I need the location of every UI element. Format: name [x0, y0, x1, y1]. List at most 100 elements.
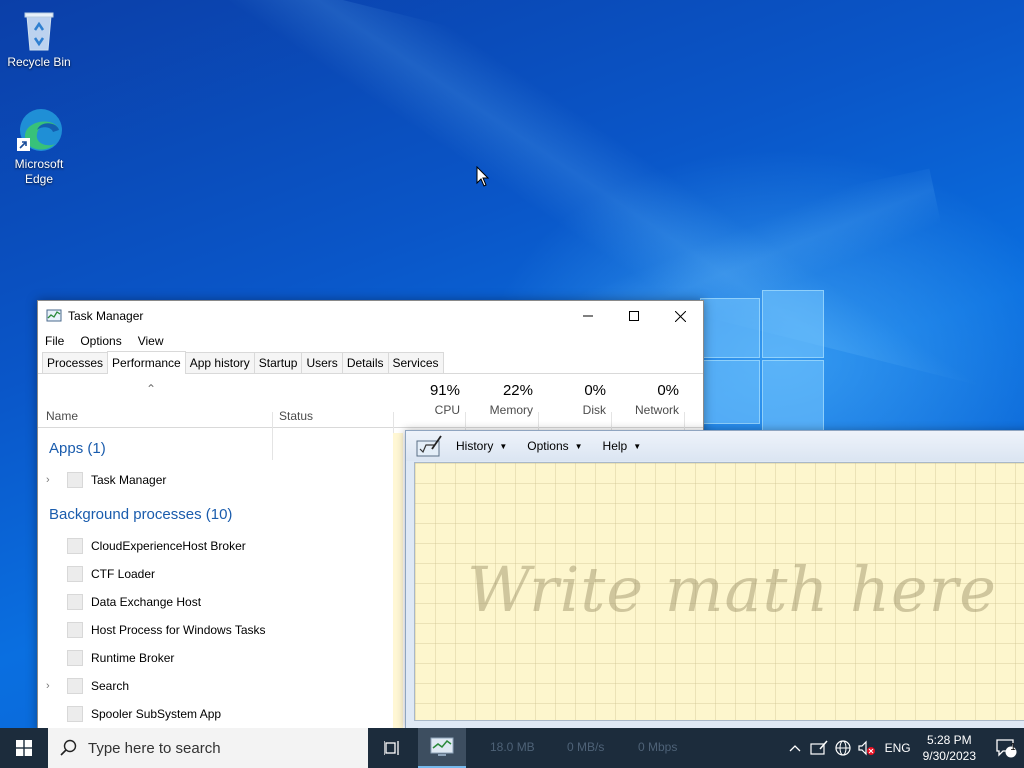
column-cpu[interactable]: 91% CPU [390, 382, 460, 417]
write-math-hint: Write math here [467, 553, 997, 626]
process-icon [67, 472, 83, 488]
cpu-highlight-column [393, 433, 403, 730]
tab-performance[interactable]: Performance [107, 351, 186, 374]
action-center-button[interactable]: 1 [988, 728, 1024, 768]
disk-label: Disk [582, 403, 606, 417]
network-label: Network [634, 403, 679, 417]
pen-input-icon [809, 740, 828, 755]
column-network[interactable]: 0% Network [609, 382, 679, 417]
group-header-background: Background processes (10) [49, 506, 233, 523]
taskbar-task-manager-button[interactable] [418, 728, 466, 768]
network-tray-button[interactable] [831, 728, 855, 768]
desktop-icon-recycle-bin[interactable]: Recycle Bin [1, 8, 77, 70]
menu-history[interactable]: History ▼ [456, 439, 507, 453]
task-manager-app-icon [46, 309, 62, 322]
mouse-cursor-icon [476, 166, 490, 187]
process-row[interactable]: Spooler SubSystem App [38, 700, 393, 728]
windows-logo-wallpaper [700, 290, 824, 432]
math-writing-area[interactable]: Write math here [414, 462, 1024, 721]
memory-label: Memory [489, 403, 533, 417]
tab-app-history[interactable]: App history [184, 352, 255, 373]
task-manager-titlebar[interactable]: Task Manager [38, 301, 703, 331]
process-row[interactable]: › Task Manager [38, 466, 393, 494]
pen-tray-button[interactable] [807, 728, 831, 768]
math-panel-toolbar: History ▼ Options ▼ Help ▼ [406, 431, 1024, 461]
maximize-button[interactable] [611, 301, 657, 331]
column-memory[interactable]: 22% Memory [463, 382, 533, 417]
tab-strip: Processes Performance App history Startu… [38, 351, 703, 374]
process-name: Runtime Broker [91, 651, 175, 665]
process-row[interactable]: › Search [38, 672, 393, 700]
taskbar-clock[interactable]: 5:28 PM 9/30/2023 [923, 732, 976, 764]
process-icon [67, 678, 83, 694]
input-language-indicator[interactable]: ENG [885, 741, 911, 755]
column-name[interactable]: Name [46, 409, 78, 423]
ghost-network-value: 0 Mbps [638, 740, 678, 754]
close-button[interactable] [657, 301, 703, 331]
menu-options[interactable]: Options [80, 334, 121, 348]
process-icon [67, 650, 83, 666]
task-view-button[interactable] [370, 728, 416, 768]
dropdown-caret-icon: ▼ [499, 441, 508, 451]
menu-file[interactable]: File [45, 334, 64, 348]
process-row[interactable]: Data Exchange Host [38, 588, 393, 616]
group-header-apps: Apps (1) [49, 440, 106, 457]
menu-help-label: Help [602, 439, 628, 453]
chevron-up-icon [789, 745, 801, 752]
process-name: CloudExperienceHost Broker [91, 539, 246, 553]
recycle-bin-label: Recycle Bin [7, 55, 71, 69]
expand-chevron-icon[interactable]: › [46, 680, 60, 692]
search-placeholder: Type here to search [88, 739, 221, 757]
expand-chevron-icon[interactable]: › [46, 474, 60, 486]
volume-tray-button[interactable] [855, 728, 879, 768]
column-status[interactable]: Status [279, 409, 313, 423]
process-row[interactable]: CTF Loader [38, 560, 393, 588]
process-icon [67, 706, 83, 722]
process-icon [67, 594, 83, 610]
process-name: Task Manager [91, 473, 167, 487]
edge-icon [17, 109, 62, 151]
menu-help[interactable]: Help ▼ [603, 439, 642, 453]
minimize-button[interactable] [565, 301, 611, 331]
process-row[interactable]: CloudExperienceHost Broker [38, 532, 393, 560]
tab-details[interactable]: Details [341, 352, 389, 373]
search-icon [60, 739, 77, 756]
menu-options[interactable]: Options ▼ [527, 439, 582, 453]
cpu-label: CPU [434, 403, 460, 417]
process-name: Search [91, 679, 130, 693]
windows-logo-icon [16, 740, 32, 756]
system-tray: ENG 5:28 PM 9/30/2023 1 [783, 728, 1024, 768]
memory-percent: 22% [502, 382, 533, 399]
desktop-icon-edge[interactable]: Microsoft Edge [1, 106, 77, 187]
process-row[interactable]: Host Process for Windows Tasks [38, 616, 393, 644]
volume-muted-icon [857, 740, 875, 756]
tab-processes[interactable]: Processes [42, 352, 109, 373]
show-hidden-icons-button[interactable] [783, 728, 807, 768]
menu-bar: File Options View [38, 331, 703, 351]
task-view-icon [384, 741, 399, 755]
network-percent: 0% [657, 382, 679, 399]
ghost-disk-value: 0 MB/s [567, 740, 605, 754]
taskbar: Type here to search 18.0 MB 0 MB/s 0 Mbp… [0, 728, 1024, 768]
tab-services[interactable]: Services [387, 352, 444, 373]
ghost-memory-value: 18.0 MB [490, 740, 535, 754]
cpu-percent: 91% [429, 382, 460, 399]
close-icon [674, 310, 686, 322]
column-header: ⌃ Name Status 91% CPU 22% Memory 0% Disk… [38, 374, 703, 460]
menu-view[interactable]: View [138, 334, 164, 348]
taskbar-search-box[interactable]: Type here to search [48, 728, 368, 768]
process-name: Data Exchange Host [91, 595, 202, 609]
maximize-icon [629, 311, 639, 321]
task-manager-taskbar-icon [430, 737, 454, 756]
notification-count-badge: 1 [1010, 742, 1016, 753]
menu-options-label: Options [527, 439, 569, 453]
dropdown-caret-icon: ▼ [574, 441, 583, 451]
tab-startup[interactable]: Startup [253, 352, 303, 373]
math-input-panel-window[interactable]: History ▼ Options ▼ Help ▼ Write math he… [405, 430, 1024, 729]
tab-users[interactable]: Users [301, 352, 343, 373]
column-disk[interactable]: 0% Disk [536, 382, 606, 417]
dropdown-caret-icon: ▼ [633, 441, 642, 451]
process-icon [67, 622, 83, 638]
start-button[interactable] [0, 728, 48, 768]
process-row[interactable]: Runtime Broker [38, 644, 393, 672]
